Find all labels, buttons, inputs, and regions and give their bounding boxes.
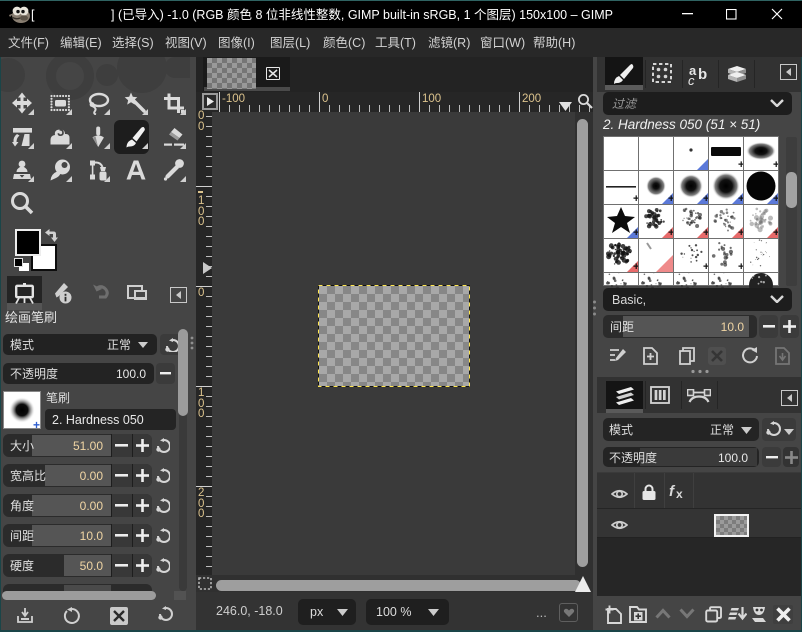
svg-text:+: + [633, 261, 638, 272]
svg-text:+: + [738, 261, 743, 272]
svg-text:+: + [633, 227, 638, 238]
svg-text:+: + [773, 159, 778, 170]
svg-text:+: + [633, 193, 638, 204]
svg-text:+: + [773, 227, 778, 238]
svg-text:+: + [703, 261, 708, 272]
svg-text:+: + [738, 227, 743, 238]
svg-text:+: + [703, 227, 708, 238]
svg-text:+: + [773, 193, 778, 204]
svg-text:+: + [668, 227, 673, 238]
svg-text:+: + [703, 193, 708, 204]
svg-text:+: + [668, 193, 673, 204]
svg-text:+: + [738, 159, 743, 170]
svg-text:+: + [738, 193, 743, 204]
